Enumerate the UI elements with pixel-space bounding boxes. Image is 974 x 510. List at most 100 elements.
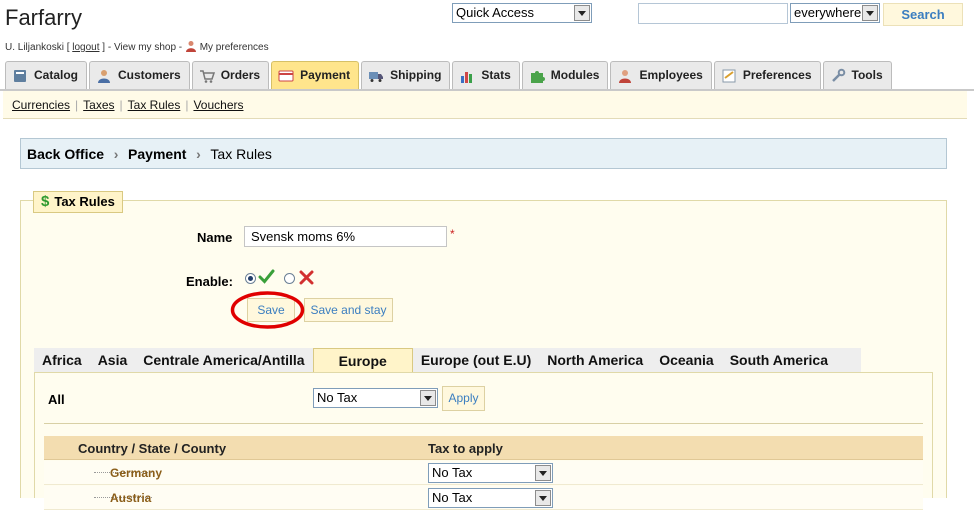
tab-label: Customers	[118, 68, 181, 82]
search-scope-select[interactable]: everywhere	[790, 3, 880, 23]
tab-payment[interactable]: Payment	[271, 61, 360, 89]
tab-preferences[interactable]: Preferences	[713, 61, 821, 89]
chevron-down-icon	[862, 5, 878, 21]
zone-tab-central-america[interactable]: Centrale America/Antilla	[135, 348, 312, 372]
enable-label: Enable:	[186, 274, 233, 289]
main-tabs: Catalog Customers Orders Payment Shippin…	[5, 61, 894, 89]
apply-button[interactable]: Apply	[442, 386, 485, 411]
all-label: All	[48, 392, 65, 407]
zone-tab-oceania[interactable]: Oceania	[651, 348, 721, 372]
subnav-separator: |	[75, 97, 79, 112]
shop-title: Farfarry	[5, 5, 82, 30]
country-tax-value: No Tax	[432, 465, 473, 480]
breadcrumb-back-office[interactable]: Back Office	[27, 146, 104, 162]
zone-tabs: Africa Asia Centrale America/Antilla Eur…	[34, 348, 861, 372]
country-tax-select[interactable]: No Tax	[428, 488, 553, 508]
person-icon	[98, 69, 111, 83]
save-and-stay-button[interactable]: Save and stay	[304, 298, 393, 322]
chevron-down-icon	[535, 465, 551, 481]
tab-label: Tools	[851, 68, 883, 82]
cart-icon	[199, 69, 215, 83]
all-tax-select[interactable]: No Tax	[313, 388, 438, 408]
chevron-right-icon: ›	[113, 145, 119, 162]
user-info-line: U. Liljankoski [ logout ] - View my shop…	[5, 40, 269, 53]
tab-label: Orders	[220, 68, 261, 82]
country-name: Austria	[110, 491, 152, 505]
panel-divider	[44, 423, 923, 424]
close-icon	[299, 270, 314, 285]
tab-label: Catalog	[34, 68, 79, 82]
breadcrumb: Back Office › Payment › Tax Rules	[20, 138, 947, 169]
logout-link[interactable]: logout	[72, 42, 99, 53]
user-mid-text: ] - View my shop -	[99, 42, 185, 53]
chevron-down-icon	[535, 490, 551, 506]
user-prefix: U. Liljankoski [	[5, 42, 73, 53]
bar-chart-icon	[461, 71, 473, 83]
country-tax-select[interactable]: No Tax	[428, 463, 553, 483]
name-label: Name	[197, 230, 233, 245]
breadcrumb-tax-rules: Tax Rules	[210, 145, 272, 162]
zone-tab-europe[interactable]: Europe	[312, 348, 413, 372]
tab-catalog[interactable]: Catalog	[5, 61, 88, 89]
truck-icon	[369, 71, 384, 82]
tab-label: Modules	[550, 68, 600, 82]
employee-icon	[619, 69, 632, 83]
tab-label: Payment	[300, 68, 351, 82]
tab-modules[interactable]: Modules	[521, 61, 609, 89]
breadcrumb-payment[interactable]: Payment	[128, 146, 186, 162]
table-header: Country / State / County Tax to apply	[44, 436, 923, 460]
tab-label: Stats	[481, 68, 511, 82]
zone-tab-south-america[interactable]: South America	[722, 348, 836, 372]
tab-tools[interactable]: Tools	[822, 61, 892, 89]
chevron-down-icon	[420, 390, 436, 406]
dollar-icon: $	[41, 193, 50, 210]
search-button[interactable]: Search	[883, 3, 963, 26]
highlight-ring-annotation	[230, 291, 305, 329]
tab-label: Preferences	[742, 68, 812, 82]
tab-employees[interactable]: Employees	[610, 61, 712, 89]
zone-tab-asia[interactable]: Asia	[90, 348, 136, 372]
tab-label: Shipping	[390, 68, 442, 82]
subnav-separator: |	[119, 97, 123, 112]
search-scope-value: everywhere	[794, 5, 862, 20]
book-icon	[14, 69, 26, 82]
tab-label: Employees	[639, 68, 703, 82]
subnav-separator: |	[185, 97, 189, 112]
subnav-taxes[interactable]: Taxes	[83, 98, 114, 112]
user-preferences-icon	[185, 41, 196, 52]
tab-orders[interactable]: Orders	[191, 61, 270, 89]
payment-card-icon	[278, 70, 294, 81]
enable-no-radio[interactable]	[284, 273, 295, 284]
tab-stats[interactable]: Stats	[452, 61, 520, 89]
quick-access-value: Quick Access	[456, 5, 535, 20]
required-marker: *	[450, 227, 455, 241]
legend-title: Tax Rules	[54, 194, 115, 209]
preferences-form-icon	[722, 69, 736, 82]
subnav-vouchers[interactable]: Vouchers	[193, 98, 243, 112]
table-row: Germany No Tax	[44, 461, 923, 485]
chevron-right-icon: ›	[196, 145, 201, 162]
subnav-tax-rules[interactable]: Tax Rules	[128, 98, 181, 112]
name-input[interactable]: Svensk moms 6%	[244, 226, 447, 247]
all-tax-value: No Tax	[317, 390, 358, 405]
sub-navigation: Currencies | Taxes | Tax Rules | Vouchers	[3, 91, 967, 119]
quick-access-select[interactable]: Quick Access	[452, 3, 592, 23]
puzzle-icon	[530, 70, 545, 83]
tab-customers[interactable]: Customers	[89, 61, 190, 89]
subnav-currencies[interactable]: Currencies	[12, 98, 70, 112]
zone-tab-north-america[interactable]: North America	[539, 348, 651, 372]
zone-tab-europe-out-eu[interactable]: Europe (out E.U)	[413, 348, 539, 372]
my-preferences-link[interactable]: My preferences	[200, 42, 269, 53]
tab-shipping[interactable]: Shipping	[361, 61, 451, 89]
table-row: Austria No Tax	[44, 486, 923, 510]
chevron-down-icon	[574, 5, 590, 21]
country-name: Germany	[110, 466, 163, 480]
check-icon	[258, 269, 275, 284]
enable-yes-radio[interactable]	[245, 273, 256, 284]
search-input[interactable]	[638, 3, 788, 24]
column-tax: Tax to apply	[428, 441, 503, 456]
zone-tab-africa[interactable]: Africa	[34, 348, 90, 372]
wrench-icon	[831, 68, 845, 82]
fieldset-legend: $ Tax Rules	[33, 191, 123, 213]
column-country: Country / State / County	[78, 441, 227, 456]
